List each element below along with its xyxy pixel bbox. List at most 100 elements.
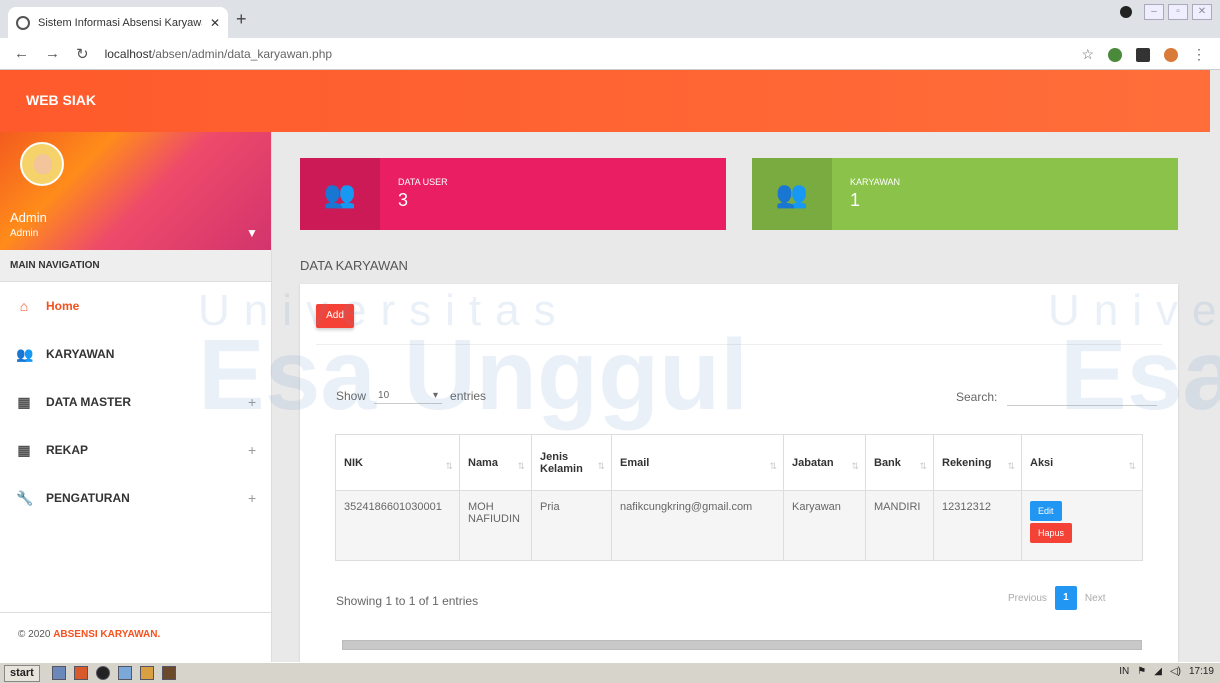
browser-tabbar: Sistem Informasi Absensi Karyawan ✕ + – … — [0, 0, 1220, 38]
sort-icon: ⇅ — [1007, 461, 1015, 471]
infobox-value: 3 — [398, 190, 409, 210]
page-button-current[interactable]: 1 — [1054, 586, 1077, 610]
infobox-label: DATA USER — [398, 177, 448, 187]
divider — [316, 344, 1162, 345]
url-host: localhost — [104, 46, 152, 61]
sort-icon: ⇅ — [1128, 461, 1136, 471]
pagination: Previous 1 Next — [1008, 586, 1105, 610]
taskbar-app-icon[interactable] — [95, 666, 110, 680]
clock[interactable]: 17:19 — [1189, 666, 1214, 677]
expand-icon[interactable]: + — [248, 442, 256, 458]
column-header-email[interactable]: Email ⇅ — [611, 434, 784, 491]
column-label: Jabatan — [792, 456, 834, 469]
entries-length: Show 10 ▾ entries — [336, 388, 486, 404]
cell-bank: MANDIRI — [865, 490, 934, 561]
nav-header: MAIN NAVIGATION — [0, 250, 271, 282]
cell-email: nafikcungkring@gmail.com — [611, 490, 784, 561]
minimize-button[interactable]: – — [1144, 4, 1164, 20]
sidebar-item-rekap[interactable]: ▦ REKAP + — [0, 426, 271, 474]
sidebar: Admin Admin ▼ MAIN NAVIGATION ⌂ Home 👥 K… — [0, 132, 272, 662]
volume-icon[interactable]: ◁) — [1170, 666, 1181, 677]
language-indicator[interactable]: IN — [1119, 666, 1129, 677]
sidebar-item-label: Home — [46, 299, 80, 313]
column-header-jabatan[interactable]: Jabatan ⇅ — [783, 434, 866, 491]
restore-button[interactable]: ▫ — [1168, 4, 1188, 20]
browser-tab[interactable]: Sistem Informasi Absensi Karyawan ✕ — [8, 7, 228, 38]
taskbar-app-icon[interactable] — [51, 666, 66, 680]
new-tab-button[interactable]: + — [236, 9, 247, 30]
infobox-karyawan[interactable]: 👥 KARYAWAN 1 — [752, 158, 1178, 230]
puzzle-icon[interactable] — [1136, 47, 1150, 62]
column-label: Bank — [874, 456, 901, 469]
close-window-button[interactable]: ✕ — [1192, 4, 1212, 20]
footer-brand[interactable]: ABSENSI KARYAWAN. — [53, 629, 160, 640]
sidebar-item-karyawan[interactable]: 👥 KARYAWAN — [0, 330, 271, 378]
sidebar-item-label: PENGATURAN — [46, 491, 130, 505]
footer-copyright: © 2020 — [18, 629, 51, 640]
forward-icon[interactable]: → — [45, 45, 60, 62]
infobox-value: 1 — [850, 190, 861, 210]
sidebar-item-label: REKAP — [46, 443, 89, 457]
expand-icon[interactable]: + — [248, 490, 256, 506]
taskbar-app-icon[interactable] — [117, 666, 132, 680]
sidebar-item-home[interactable]: ⌂ Home — [0, 282, 271, 330]
cell-aksi: Edit Hapus — [1021, 490, 1143, 561]
chevron-down-icon[interactable]: ▼ — [246, 226, 258, 240]
tray-icon[interactable]: ⚑ — [1137, 666, 1146, 677]
column-header-jenis-kelamin[interactable]: Jenis Kelamin ⇅ — [531, 434, 612, 491]
sort-icon: ⇅ — [769, 461, 777, 471]
quick-launch — [51, 666, 176, 680]
table-info: Showing 1 to 1 of 1 entries — [336, 594, 479, 608]
horizontal-scrollbar[interactable] — [342, 640, 1142, 650]
start-button[interactable]: start — [4, 664, 40, 682]
menu-icon[interactable]: ⋮ — [1192, 46, 1206, 63]
sort-icon: ⇅ — [517, 461, 525, 471]
column-header-rekening[interactable]: Rekening ⇅ — [933, 434, 1022, 491]
user-role: Admin — [10, 228, 39, 239]
extension-icon[interactable] — [1108, 47, 1122, 62]
reload-icon[interactable]: ↻ — [76, 45, 89, 63]
network-icon[interactable]: ◢ — [1154, 666, 1162, 677]
app-logo[interactable]: WEB SIAK — [26, 92, 96, 108]
infobox-data-user[interactable]: 👥 DATA USER 3 — [300, 158, 726, 230]
sort-icon: ⇅ — [597, 461, 605, 471]
infobox-label: KARYAWAN — [850, 177, 901, 187]
previous-button[interactable]: Previous — [1008, 593, 1047, 604]
url-field[interactable]: i localhost/absen/admin/data_karyawan.ph… — [36, 46, 333, 361]
sidebar-item-label: KARYAWAN — [46, 347, 115, 361]
column-label: Email — [620, 456, 650, 469]
sidebar-item-label: DATA MASTER — [46, 395, 132, 409]
app-header: WEB SIAK — [0, 70, 1210, 132]
column-header-nik[interactable]: NIK ⇅ — [335, 434, 460, 491]
add-button[interactable]: Add — [316, 304, 354, 328]
tab-title: Sistem Informasi Absensi Karyawan — [38, 16, 202, 29]
entries-value: 10 — [378, 390, 390, 401]
sort-icon: ⇅ — [851, 461, 859, 471]
table-header-row: NIK ⇅ Nama ⇅ Jenis Kelamin ⇅ Email ⇅ Jabatan… — [335, 434, 1143, 491]
taskbar-app-icon[interactable] — [73, 666, 88, 680]
search-label: Search: — [956, 390, 998, 404]
cell-nama: MOH NAFIUDIN — [459, 490, 532, 561]
search-input[interactable] — [1007, 388, 1158, 406]
column-label: Rekening — [942, 456, 992, 469]
chevron-down-icon: ▾ — [433, 390, 439, 401]
bookmark-star-icon[interactable]: ☆ — [1081, 46, 1094, 63]
profile-avatar-icon[interactable] — [1164, 47, 1178, 62]
next-button[interactable]: Next — [1085, 593, 1106, 604]
cell-nik: 3524186601030001 — [335, 490, 460, 561]
hapus-button[interactable]: Hapus — [1030, 523, 1073, 543]
sort-icon: ⇅ — [919, 461, 927, 471]
taskbar-app-icon[interactable] — [139, 666, 154, 680]
close-tab-icon[interactable]: ✕ — [210, 16, 220, 30]
column-header-bank[interactable]: Bank ⇅ — [865, 434, 934, 491]
back-icon[interactable]: ← — [14, 45, 29, 62]
url-path: /absen/admin/data_karyawan.php — [151, 46, 333, 61]
entries-select[interactable]: 10 ▾ — [374, 388, 443, 404]
column-header-aksi[interactable]: Aksi ⇅ — [1021, 434, 1143, 491]
taskbar-app-icon[interactable] — [161, 666, 176, 680]
sidebar-item-pengaturan[interactable]: 🔧 PENGATURAN + — [0, 474, 271, 522]
expand-icon[interactable]: + — [248, 394, 256, 410]
edit-button[interactable]: Edit — [1030, 501, 1062, 521]
column-header-nama[interactable]: Nama ⇅ — [459, 434, 532, 491]
sidebar-item-data-master[interactable]: ▦ DATA MASTER + — [0, 378, 271, 426]
